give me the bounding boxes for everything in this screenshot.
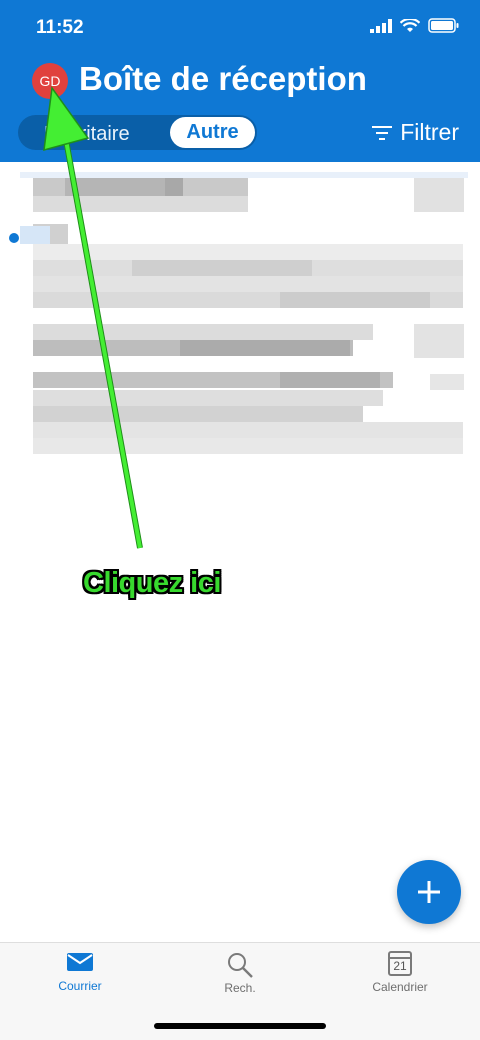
email-selection-highlight	[20, 226, 50, 244]
tab-autre[interactable]: Autre	[170, 117, 255, 148]
bottom-tab-bar: Courrier Rech. 21 Calendrier	[0, 942, 480, 1040]
signal-icon	[370, 18, 392, 33]
status-icons	[370, 18, 460, 33]
status-time: 11:52	[36, 17, 84, 38]
calendar-date: 21	[393, 959, 407, 973]
home-indicator	[154, 1023, 326, 1029]
account-avatar[interactable]: GD	[32, 63, 68, 99]
unread-indicator	[9, 233, 19, 243]
plus-icon	[418, 881, 440, 903]
tab-courrier[interactable]: Courrier	[20, 951, 140, 993]
mail-icon	[67, 953, 93, 971]
app-header: 11:52 GD Boîte de réception Prioritaire …	[0, 0, 480, 162]
tab-prioritaire[interactable]: Prioritaire	[44, 123, 130, 146]
search-icon	[228, 953, 253, 978]
wifi-icon	[400, 18, 420, 32]
email-item[interactable]	[0, 324, 480, 456]
tab-calendrier-label: Calendrier	[372, 980, 428, 994]
tab-calendrier[interactable]: 21 Calendrier	[340, 951, 460, 994]
battery-icon	[428, 18, 459, 33]
inbox-segment-control: Prioritaire Autre	[18, 115, 257, 150]
annotation-label: Cliquez ici	[83, 567, 221, 599]
page-title: Boîte de réception	[79, 60, 367, 97]
filter-button[interactable]: Filtrer	[372, 119, 459, 146]
tab-recherche-label: Rech.	[224, 981, 256, 995]
filter-icon	[372, 125, 393, 140]
filter-label: Filtrer	[400, 119, 459, 145]
tab-courrier-label: Courrier	[58, 979, 102, 993]
compose-button[interactable]	[397, 860, 461, 924]
calendar-icon: 21	[388, 951, 412, 976]
email-item[interactable]	[0, 244, 480, 310]
tab-recherche[interactable]: Rech.	[180, 951, 300, 995]
email-item[interactable]	[0, 178, 480, 244]
